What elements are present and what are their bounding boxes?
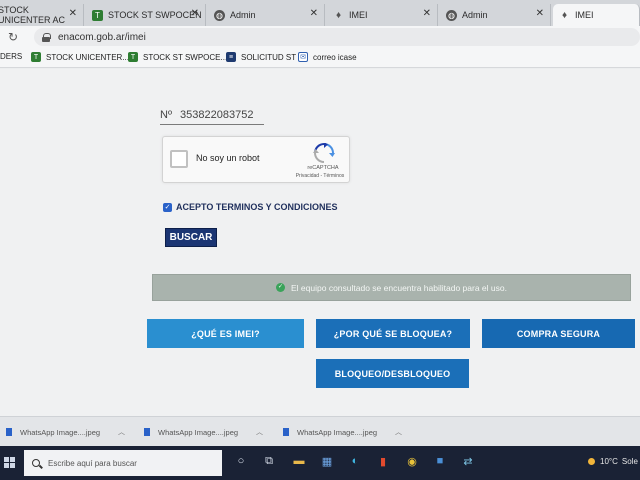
cortana-icon[interactable]: ○ xyxy=(233,453,249,469)
search-icon xyxy=(32,459,40,467)
download-item[interactable]: WhatsApp Image....jpeg ︿ xyxy=(283,427,402,437)
result-alert: ✓ El equipo consultado se encuentra habi… xyxy=(152,274,631,301)
recaptcha-brand: reCAPTCHA xyxy=(307,165,339,171)
chevron-up-icon[interactable]: ︿ xyxy=(395,427,402,437)
chevron-up-icon[interactable]: ︿ xyxy=(256,427,263,437)
reload-icon[interactable]: ↻ xyxy=(6,30,20,44)
windows-taskbar: Escribe aquí para buscar ○ ⧉ ▬ ▦ ◐ ▮ ◉ ■… xyxy=(0,446,640,480)
taskbar-search[interactable]: Escribe aquí para buscar xyxy=(24,450,222,476)
imei-value: 353822083752 xyxy=(180,109,254,121)
recaptcha-widget: No soy un robot reCAPTCHA Privacidad - T… xyxy=(162,136,350,183)
enacom-icon: ♦ xyxy=(335,9,342,21)
bookmark-label: STOCK ST SWPOCE... xyxy=(143,52,228,62)
tab-admin-2[interactable]: ◍ Admin ✕ xyxy=(440,4,551,26)
bookmarks-bar: DERS T STOCK UNICENTER... T STOCK ST SWP… xyxy=(0,48,640,68)
mail-icon: ✉ xyxy=(298,52,308,62)
weather-widget[interactable]: 10°C Sole xyxy=(588,457,638,466)
safe-purchase-button[interactable]: COMPRA SEGURA xyxy=(482,319,635,348)
bookmark-label: correo icase xyxy=(313,52,357,62)
close-icon[interactable]: ✕ xyxy=(310,8,318,19)
close-icon[interactable]: ✕ xyxy=(69,8,77,19)
app-icon[interactable]: ■ xyxy=(432,453,448,469)
tab-imei-1[interactable]: ♦ IMEI ✕ xyxy=(327,4,438,26)
bookmark-ders[interactable]: DERS xyxy=(0,52,22,61)
lock-icon xyxy=(42,32,51,42)
bookmark-label: DERS xyxy=(0,52,23,61)
weather-temp: 10°C xyxy=(600,457,618,466)
chevron-up-icon[interactable]: ︿ xyxy=(118,427,125,437)
check-circle-icon: ✓ xyxy=(276,283,286,292)
file-icon xyxy=(6,428,12,436)
page-content: Nº 353822083752 No soy un robot reCAPTCH… xyxy=(0,69,640,416)
download-shelf: WhatsApp Image....jpeg ︿ WhatsApp Image.… xyxy=(0,416,640,446)
file-explorer-icon[interactable]: ▬ xyxy=(291,453,307,469)
imei-prefix: Nº xyxy=(160,109,172,121)
tab-label: IMEI xyxy=(575,10,594,20)
windows-start-icon[interactable] xyxy=(4,457,15,468)
sun-icon xyxy=(588,458,595,465)
chrome-icon[interactable]: ◉ xyxy=(404,453,420,469)
close-icon[interactable]: ✕ xyxy=(423,8,431,19)
weather-label: Sole xyxy=(621,457,638,466)
edge-icon[interactable]: ◐ xyxy=(347,453,363,469)
tab-label: Admin xyxy=(230,10,256,20)
tab-stock-unicenter[interactable]: STOCK UNICENTER AC ✕ xyxy=(0,4,84,26)
tab-imei-active[interactable]: ♦ IMEI xyxy=(553,4,640,26)
browser-tab-strip: STOCK UNICENTER AC ✕ T STOCK ST SWPOCEN … xyxy=(0,0,640,26)
tab-label: STOCK ST SWPOCEN xyxy=(108,10,202,20)
file-icon xyxy=(144,428,150,436)
green-t-icon: T xyxy=(31,52,41,62)
recaptcha-label: No soy un robot xyxy=(196,153,260,163)
buscar-button[interactable]: BUSCAR xyxy=(165,228,217,247)
office-icon[interactable]: ▮ xyxy=(375,453,391,469)
bookmark-stock-swpoce[interactable]: T STOCK ST SWPOCE... xyxy=(128,52,227,62)
bookmark-solicitud-st[interactable]: ≡ SOLICITUD ST xyxy=(226,52,296,62)
enacom-icon: ♦ xyxy=(561,9,568,21)
checkbox-checked-icon[interactable]: ✓ xyxy=(163,202,172,212)
taskbar-search-placeholder: Escribe aquí para buscar xyxy=(48,458,137,468)
file-icon xyxy=(283,428,289,436)
url-text: enacom.gob.ar/imei xyxy=(58,31,146,43)
bookmark-label: STOCK UNICENTER... xyxy=(46,52,129,62)
globe-icon: ◍ xyxy=(446,9,457,21)
recaptcha-checkbox[interactable] xyxy=(170,150,188,168)
download-label: WhatsApp Image....jpeg xyxy=(297,427,378,437)
green-t-icon: T xyxy=(92,9,103,21)
bookmark-stock-unicenter[interactable]: T STOCK UNICENTER... xyxy=(31,52,129,62)
result-message: El equipo consultado se encuentra habili… xyxy=(291,282,507,293)
bookmark-correo-icase[interactable]: ✉ correo icase xyxy=(298,52,357,62)
tab-label: Admin xyxy=(462,10,488,20)
task-view-icon[interactable]: ⧉ xyxy=(261,453,277,469)
green-t-icon: T xyxy=(128,52,138,62)
tab-stock-swpocen[interactable]: T STOCK ST SWPOCEN ✕ xyxy=(86,4,206,26)
recaptcha-logo-icon xyxy=(313,143,335,163)
teamviewer-icon[interactable]: ⇄ xyxy=(460,453,476,469)
block-unblock-button[interactable]: BLOQUEO/DESBLOQUEO xyxy=(316,359,469,388)
tab-admin-1[interactable]: ◍ Admin ✕ xyxy=(208,4,325,26)
close-icon[interactable]: ✕ xyxy=(536,8,544,19)
download-label: WhatsApp Image....jpeg xyxy=(20,427,101,437)
address-bar[interactable]: enacom.gob.ar/imei xyxy=(34,28,640,46)
list-icon: ≡ xyxy=(226,52,236,62)
close-icon[interactable]: ✕ xyxy=(191,8,199,19)
terms-label: ACEPTO TERMINOS Y CONDICIONES xyxy=(176,202,338,212)
recaptcha-links[interactable]: Privacidad - Términos xyxy=(291,173,349,179)
store-icon[interactable]: ▦ xyxy=(319,453,335,469)
why-blocked-button[interactable]: ¿POR QUÉ SE BLOQUEA? xyxy=(316,319,470,348)
terms-checkbox-row[interactable]: ✓ ACEPTO TERMINOS Y CONDICIONES xyxy=(163,202,338,212)
tab-label: IMEI xyxy=(349,10,368,20)
download-label: WhatsApp Image....jpeg xyxy=(158,427,239,437)
browser-toolbar: ↻ enacom.gob.ar/imei xyxy=(0,26,640,48)
download-item[interactable]: WhatsApp Image....jpeg ︿ xyxy=(6,427,125,437)
download-item[interactable]: WhatsApp Image....jpeg ︿ xyxy=(144,427,263,437)
what-is-imei-button[interactable]: ¿QUÉ ES IMEI? xyxy=(147,319,304,348)
globe-icon: ◍ xyxy=(214,9,225,21)
imei-input[interactable]: Nº 353822083752 xyxy=(160,109,264,125)
bookmark-label: SOLICITUD ST xyxy=(241,52,297,62)
